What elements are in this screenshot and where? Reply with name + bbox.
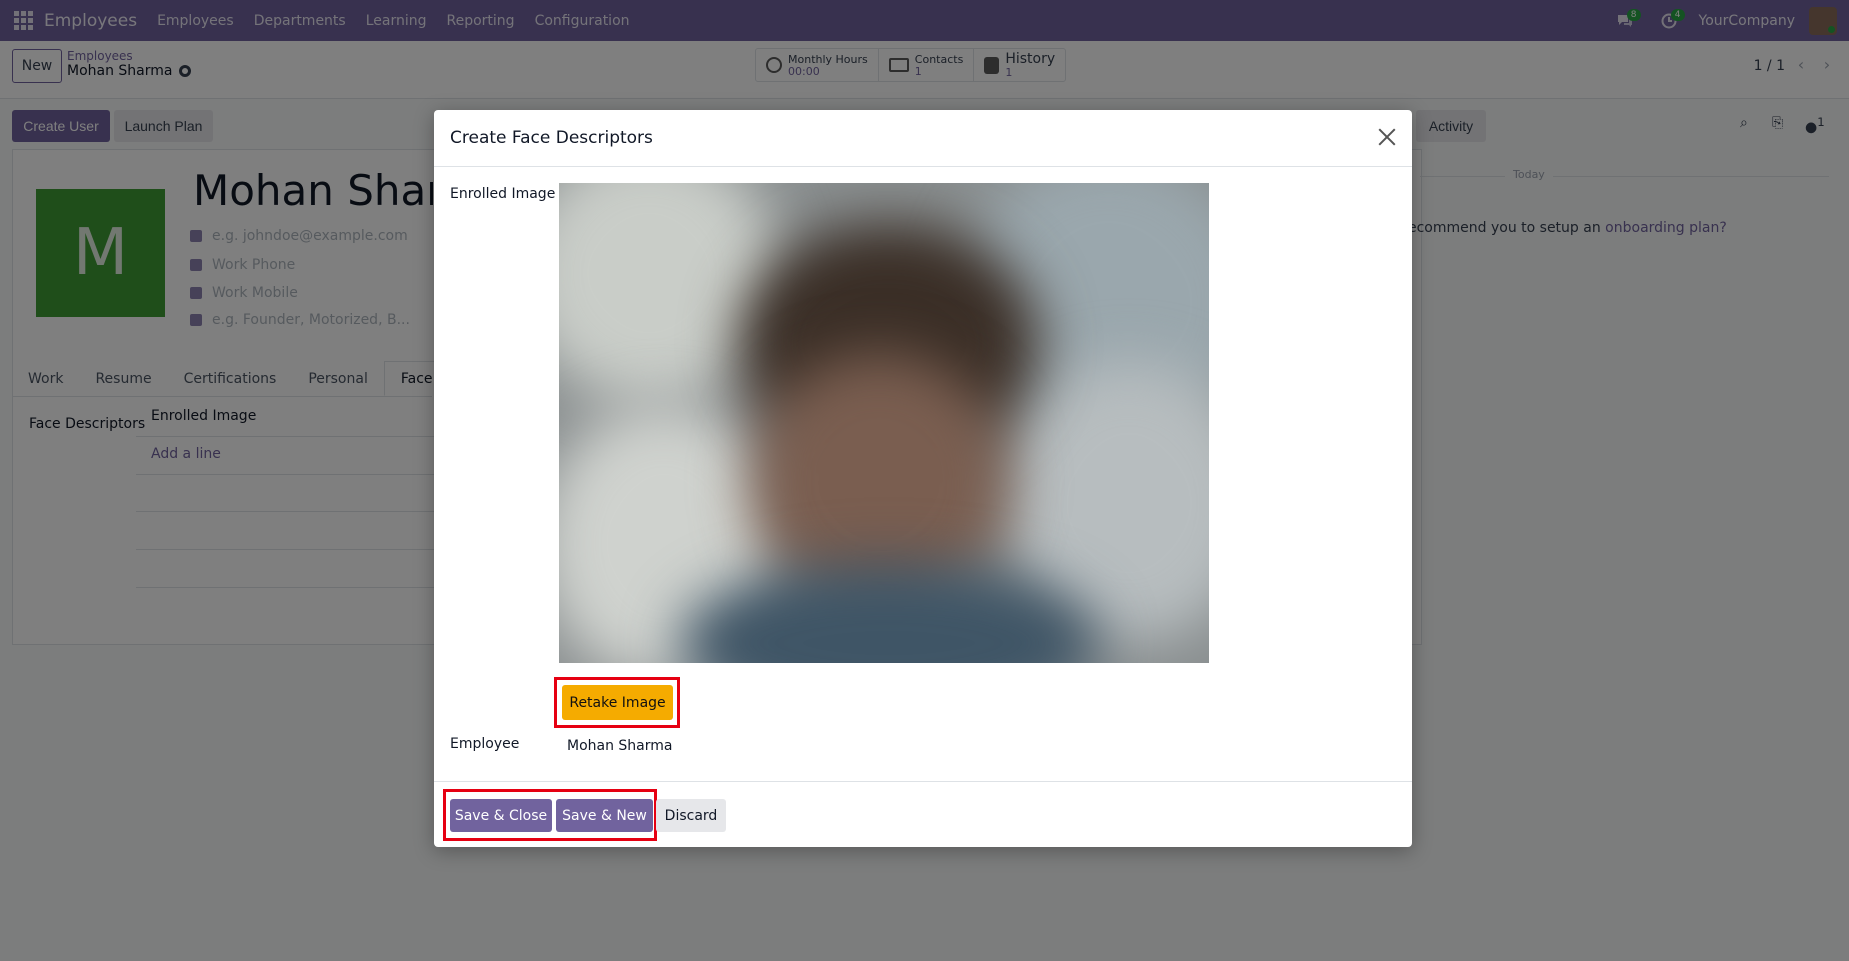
modal-header: Create Face Descriptors — [434, 110, 1412, 167]
save-new-button[interactable]: Save & New — [556, 799, 653, 832]
enrolled-image-preview — [559, 183, 1209, 663]
discard-button[interactable]: Discard — [656, 799, 726, 832]
employee-label: Employee — [450, 736, 520, 752]
employee-value[interactable]: Mohan Sharma — [567, 738, 673, 754]
close-icon[interactable] — [1376, 126, 1398, 148]
modal-title: Create Face Descriptors — [450, 128, 653, 148]
create-face-descriptors-dialog: Create Face Descriptors Enrolled Image R… — [434, 110, 1412, 847]
enrolled-image-label: Enrolled Image — [450, 186, 556, 202]
retake-image-button[interactable]: Retake Image — [562, 685, 673, 720]
save-close-button[interactable]: Save & Close — [450, 799, 552, 832]
modal-footer-divider — [434, 781, 1412, 782]
